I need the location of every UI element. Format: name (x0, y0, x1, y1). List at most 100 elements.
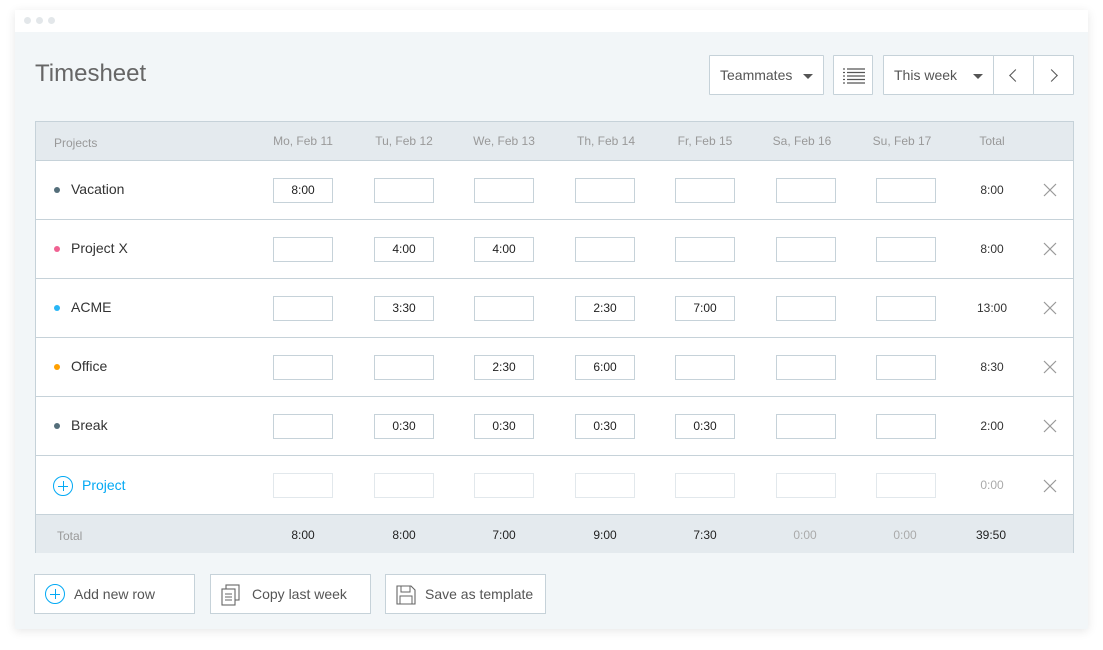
chevron-right-icon (1045, 69, 1058, 82)
time-input[interactable] (876, 473, 936, 498)
teammates-dropdown[interactable]: Teammates (709, 55, 824, 95)
close-icon[interactable] (1043, 301, 1057, 315)
teammates-label: Teammates (720, 67, 793, 83)
caret-down-icon (803, 74, 813, 79)
list-view-button[interactable] (833, 55, 873, 95)
time-input[interactable] (575, 473, 635, 498)
projects-column-header: Projects (54, 136, 98, 150)
time-input[interactable]: 0:30 (575, 414, 635, 439)
project-name: ACME (71, 299, 112, 315)
time-input[interactable] (776, 296, 836, 321)
close-icon[interactable] (1043, 242, 1057, 256)
table-row: ACME 3:30 2:30 7:00 13:00 (36, 279, 1073, 338)
time-input[interactable]: 8:00 (273, 178, 333, 203)
week-dropdown[interactable]: This week (883, 55, 994, 95)
add-project-label: Project (82, 477, 126, 493)
footer-total-label: Total (57, 529, 83, 543)
time-input[interactable] (273, 473, 333, 498)
next-week-button[interactable] (1033, 55, 1074, 95)
project-color-dot-icon (54, 423, 60, 429)
time-input[interactable] (876, 237, 936, 262)
save-as-template-button[interactable]: Save as template (385, 574, 546, 614)
time-input[interactable] (675, 355, 735, 380)
chevron-left-icon (1009, 69, 1022, 82)
table-row: Project X 4:00 4:00 8:00 (36, 220, 1073, 279)
time-input[interactable] (776, 414, 836, 439)
prev-week-button[interactable] (993, 55, 1034, 95)
window-dot-icon (24, 17, 31, 24)
close-icon[interactable] (1043, 183, 1057, 197)
day-total: 0:00 (793, 528, 817, 542)
day-column-header: Th, Feb 14 (576, 134, 636, 148)
time-input[interactable] (273, 414, 333, 439)
copy-last-week-label: Copy last week (252, 586, 347, 602)
time-input[interactable]: 3:30 (374, 296, 434, 321)
timesheet-table: Projects Mo, Feb 11 Tu, Feb 12 We, Feb 1… (35, 121, 1074, 553)
table-row: Office 2:30 6:00 8:30 (36, 338, 1073, 397)
project-color-dot-icon (54, 246, 60, 252)
row-total: 8:30 (980, 360, 1004, 374)
project-name: Project X (71, 240, 128, 256)
time-input[interactable] (474, 178, 534, 203)
window-dot-icon (36, 17, 43, 24)
list-icon (843, 68, 865, 84)
table-footer: Total 8:00 8:00 7:00 9:00 7:30 0:00 0:00… (36, 515, 1073, 553)
copy-last-week-button[interactable]: Copy last week (210, 574, 371, 614)
day-total: 8:00 (291, 528, 315, 542)
time-input[interactable] (776, 237, 836, 262)
row-total: 13:00 (976, 301, 1008, 315)
window-dot-icon (48, 17, 55, 24)
total-column-header: Total (979, 134, 1005, 148)
project-color-dot-icon (54, 305, 60, 311)
project-name: Break (71, 417, 108, 433)
close-icon[interactable] (1043, 479, 1057, 493)
time-input[interactable] (474, 473, 534, 498)
time-input[interactable] (273, 296, 333, 321)
time-input[interactable] (474, 296, 534, 321)
add-project-button[interactable]: Project (53, 476, 143, 496)
close-icon[interactable] (1043, 360, 1057, 374)
time-input[interactable]: 7:00 (675, 296, 735, 321)
time-input[interactable]: 4:00 (374, 237, 434, 262)
time-input[interactable] (273, 355, 333, 380)
time-input[interactable]: 0:30 (675, 414, 735, 439)
time-input[interactable]: 2:30 (575, 296, 635, 321)
add-new-row-label: Add new row (74, 586, 155, 602)
time-input[interactable]: 2:30 (474, 355, 534, 380)
caret-down-icon (973, 74, 983, 79)
time-input[interactable] (876, 414, 936, 439)
plus-circle-icon (45, 584, 65, 604)
project-name: Vacation (71, 181, 125, 197)
row-total: 0:00 (980, 478, 1004, 492)
new-project-row: Project 0:00 (36, 456, 1073, 515)
time-input[interactable] (876, 296, 936, 321)
time-input[interactable] (675, 237, 735, 262)
close-icon[interactable] (1043, 419, 1057, 433)
time-input[interactable] (876, 355, 936, 380)
time-input[interactable] (675, 473, 735, 498)
row-total: 8:00 (980, 183, 1004, 197)
week-label: This week (894, 67, 958, 83)
time-input[interactable] (273, 237, 333, 262)
time-input[interactable]: 6:00 (575, 355, 635, 380)
day-column-header: Sa, Feb 16 (772, 134, 832, 148)
time-input[interactable] (374, 473, 434, 498)
window-titlebar (15, 10, 1088, 32)
time-input[interactable] (374, 355, 434, 380)
time-input[interactable]: 0:30 (374, 414, 434, 439)
time-input[interactable]: 4:00 (474, 237, 534, 262)
time-input[interactable] (776, 473, 836, 498)
app-window: Timesheet Teammates This week Projects M… (15, 10, 1088, 629)
time-input[interactable] (575, 237, 635, 262)
time-input[interactable] (876, 178, 936, 203)
project-color-dot-icon (54, 187, 60, 193)
project-color-dot-icon (54, 364, 60, 370)
time-input[interactable] (374, 178, 434, 203)
time-input[interactable] (575, 178, 635, 203)
day-column-header: Tu, Feb 12 (375, 134, 433, 148)
time-input[interactable] (776, 178, 836, 203)
time-input[interactable] (675, 178, 735, 203)
time-input[interactable] (776, 355, 836, 380)
add-new-row-button[interactable]: Add new row (34, 574, 195, 614)
time-input[interactable]: 0:30 (474, 414, 534, 439)
